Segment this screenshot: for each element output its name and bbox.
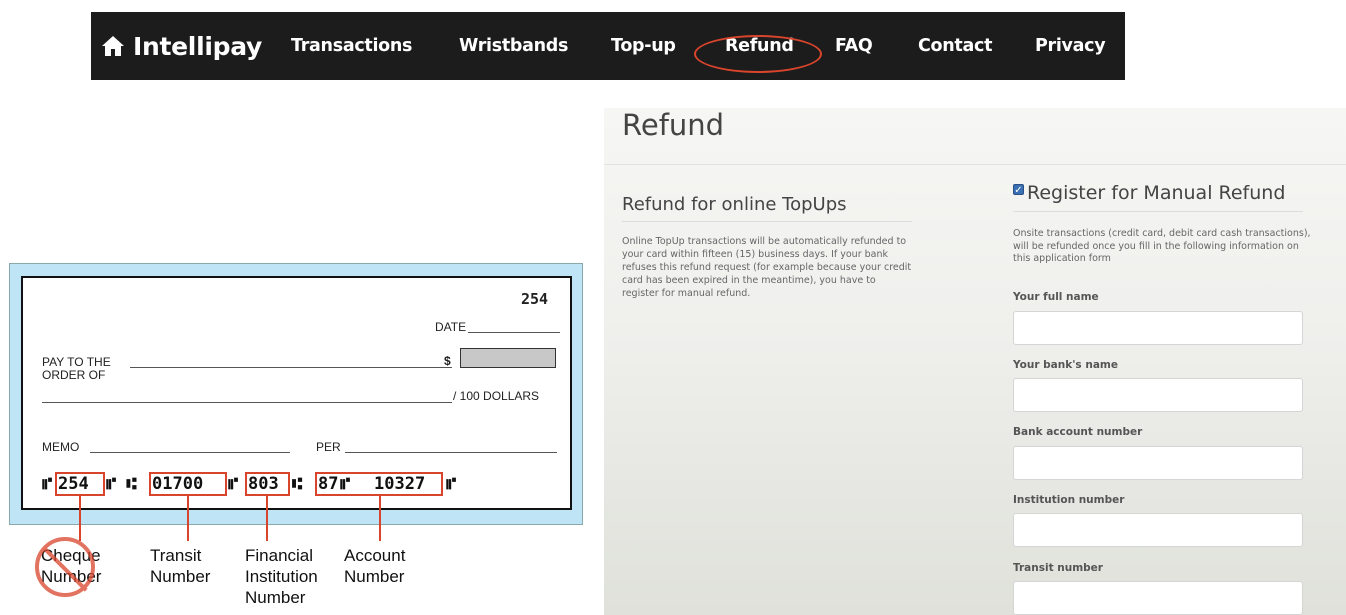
brand-name: Intellipay xyxy=(133,31,263,61)
transit-pointer xyxy=(187,496,189,541)
institution-pointer xyxy=(266,496,268,541)
transit-number-label: Transit number xyxy=(1013,562,1103,574)
bank-name-label: Your bank's name xyxy=(1013,359,1118,371)
institution-number-label: Institution number xyxy=(1013,494,1125,506)
memo-label: MEMO xyxy=(42,440,80,454)
transit-number-box xyxy=(149,472,227,496)
nav-wristbands[interactable]: Wristbands xyxy=(459,12,568,80)
callout-account-number: Account Number xyxy=(344,546,406,586)
callout-transit-number: Transit Number xyxy=(150,546,211,586)
nav-contact[interactable]: Contact xyxy=(918,12,992,80)
manual-refund-checkbox[interactable]: ✓ xyxy=(1013,184,1024,196)
callout-institution-number: Financial Institution Number xyxy=(245,546,318,607)
transit-number-input[interactable] xyxy=(1013,581,1303,615)
manual-refund-heading: ✓ Register for Manual Refund xyxy=(1013,182,1285,204)
cheque-number-pointer xyxy=(79,496,81,541)
top-navbar: Intellipay Transactions Wristbands Top-u… xyxy=(91,12,1125,80)
online-refund-heading: Refund for online TopUps xyxy=(622,194,847,215)
payee-line xyxy=(130,367,452,368)
cheque-number: 254 xyxy=(521,290,549,308)
account-number-box xyxy=(315,472,443,496)
pay-to-label: PAY TO THE xyxy=(42,355,111,369)
home-icon xyxy=(102,36,124,56)
per-label: PER xyxy=(316,440,341,454)
dollars-label: / 100 DOLLARS xyxy=(453,389,540,403)
nav-transactions[interactable]: Transactions xyxy=(291,12,412,80)
memo-line xyxy=(90,452,290,453)
written-amount-line xyxy=(42,402,452,403)
manual-refund-text: Onsite transactions (credit card, debit … xyxy=(1013,228,1311,264)
full-name-label: Your full name xyxy=(1013,291,1099,303)
institution-number-input[interactable] xyxy=(1013,513,1303,547)
manual-refund-heading-text: Register for Manual Refund xyxy=(1027,182,1286,204)
bank-account-input[interactable] xyxy=(1013,446,1303,480)
title-divider xyxy=(604,164,1346,165)
date-line xyxy=(468,332,560,333)
full-name-input[interactable] xyxy=(1013,311,1303,345)
no-sign-icon xyxy=(35,537,95,597)
bank-account-label: Bank account number xyxy=(1013,426,1143,438)
amount-box xyxy=(460,348,556,368)
institution-number-box xyxy=(245,472,290,496)
brand-link[interactable]: Intellipay xyxy=(101,12,262,80)
account-pointer xyxy=(379,496,381,541)
bank-name-input[interactable] xyxy=(1013,378,1303,412)
nav-privacy[interactable]: Privacy xyxy=(1035,12,1106,80)
order-of-label: ORDER OF xyxy=(42,368,106,382)
refund-highlight-ring xyxy=(694,35,822,73)
dollar-sign: $ xyxy=(444,354,451,368)
online-refund-text: Online TopUp transactions will be automa… xyxy=(622,236,912,299)
nav-top-up[interactable]: Top-up xyxy=(611,12,676,80)
nav-faq[interactable]: FAQ xyxy=(835,12,873,80)
refund-panel: Refund Refund for online TopUps Online T… xyxy=(604,108,1346,615)
manual-heading-divider xyxy=(1013,211,1303,212)
online-heading-divider xyxy=(622,221,912,222)
cheque-date-label: DATE xyxy=(435,320,467,334)
page-title: Refund xyxy=(622,108,725,142)
signature-line xyxy=(345,452,557,453)
cheque-number-box xyxy=(55,472,105,496)
